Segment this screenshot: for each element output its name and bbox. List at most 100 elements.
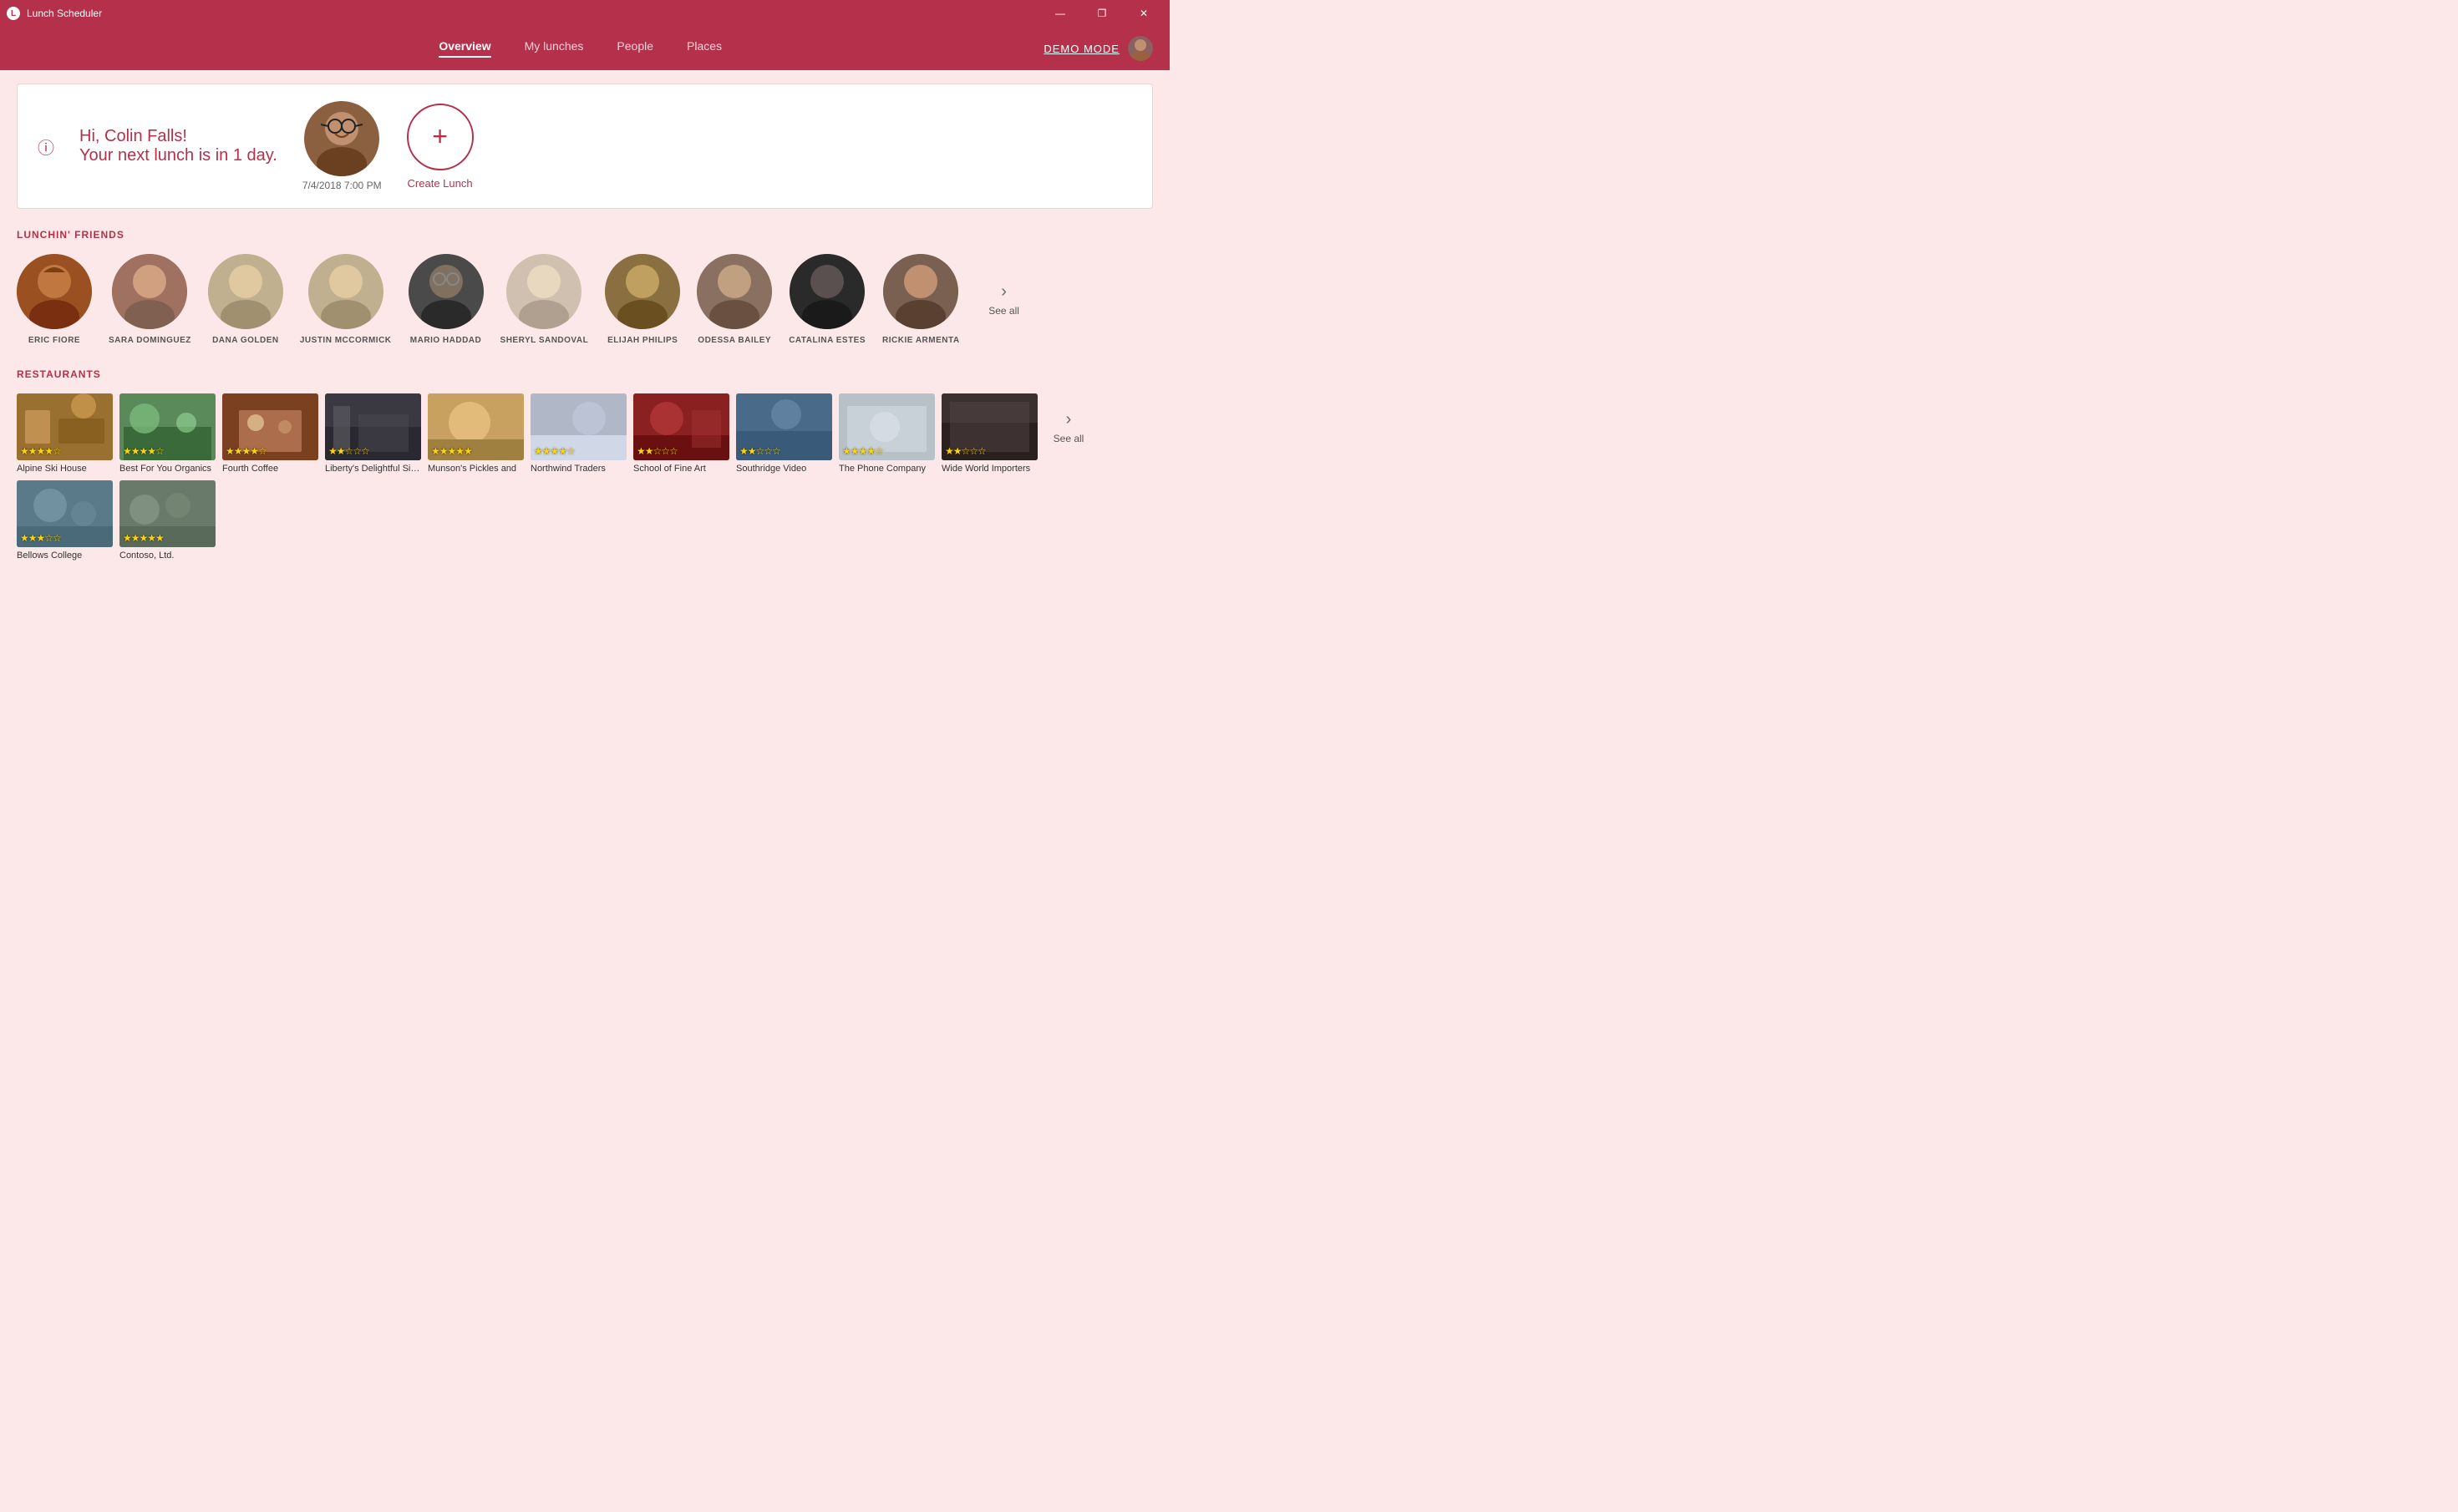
restaurants-section: RESTAURANTS ★★★★☆	[17, 368, 1153, 567]
greeting-card: ⓘ Hi, Colin Falls! Your next lunch is in…	[17, 84, 1153, 209]
tab-my-lunches[interactable]: My lunches	[525, 39, 584, 58]
restaurant-item[interactable]: ★★☆☆☆ Southridge Video	[736, 393, 832, 474]
restaurants-row-1: ★★★★☆ Alpine Ski House ★★★★	[17, 393, 1038, 474]
friend-name: CATALINA ESTES	[789, 336, 866, 345]
next-lunch-time: 7/4/2018 7:00 PM	[302, 180, 382, 191]
friend-name: ELIJAH PHILIPS	[607, 336, 678, 345]
tab-people[interactable]: People	[617, 39, 653, 58]
restaurant-name: Contoso, Ltd.	[119, 551, 216, 561]
restaurants-row-2: ★★★☆☆ Bellows College ★★★★★	[17, 480, 1038, 561]
minimize-button[interactable]: —	[1041, 0, 1079, 27]
create-lunch-circle-icon: +	[407, 104, 474, 170]
navbar: Overview My lunches People Places DEMO M…	[0, 27, 1170, 70]
restaurant-item[interactable]: ★★★★☆ Best For You Organics	[119, 393, 216, 474]
restaurant-image: ★★★★☆	[222, 393, 318, 460]
restaurant-image: ★★☆☆☆	[942, 393, 1038, 460]
friends-see-all-button[interactable]: › See all	[983, 282, 1025, 317]
friends-section: LUNCHIN' FRIENDS ERIC FIORE	[17, 229, 1153, 345]
restaurant-stars: ★★★★★	[431, 445, 472, 457]
restaurant-name: Liberty's Delightful Sinful	[325, 464, 421, 474]
create-lunch-button[interactable]: + Create Lunch	[407, 104, 474, 190]
friend-avatar	[112, 254, 187, 329]
demo-mode-link[interactable]: DEMO MODE	[1044, 43, 1120, 55]
restaurant-name: Southridge Video	[736, 464, 832, 474]
tab-overview[interactable]: Overview	[439, 39, 490, 58]
friend-name: ODESSA BAILEY	[698, 336, 771, 345]
user-avatar-card	[304, 101, 379, 176]
create-lunch-label: Create Lunch	[408, 177, 473, 190]
friend-item[interactable]: ODESSA BAILEY	[697, 254, 772, 345]
restaurant-stars: ★★★★☆	[534, 445, 575, 457]
restaurant-name: The Phone Company	[839, 464, 935, 474]
restaurant-item[interactable]: ★★☆☆☆ Liberty's Delightful Sinful	[325, 393, 421, 474]
restaurant-name: Wide World Importers	[942, 464, 1038, 474]
restaurant-image: ★★★★☆	[17, 393, 113, 460]
chevron-right-icon: ›	[1001, 282, 1007, 302]
friends-see-all-label: See all	[988, 305, 1019, 317]
friends-list: ERIC FIORE SARA DOMINGUEZ	[17, 254, 1153, 345]
nav-right: DEMO MODE	[1044, 36, 1153, 61]
friend-item[interactable]: ERIC FIORE	[17, 254, 92, 345]
restaurant-item[interactable]: ★★★★☆ The Phone Company	[839, 393, 935, 474]
friend-item[interactable]: DANA GOLDEN	[208, 254, 283, 345]
greeting-next-lunch: Your next lunch is in 1 day.	[79, 146, 277, 165]
titlebar-controls: — ❐ ✕	[1041, 0, 1163, 27]
restaurant-name: Bellows College	[17, 551, 113, 561]
app-logo: L	[7, 7, 20, 20]
restaurant-stars: ★★★★☆	[123, 445, 164, 457]
restaurants-see-all-label: See all	[1054, 433, 1084, 444]
restaurant-image: ★★★★☆	[119, 393, 216, 460]
restaurant-item[interactable]: ★★★★★ Munson's Pickles and	[428, 393, 524, 474]
restore-button[interactable]: ❐	[1083, 0, 1121, 27]
friend-avatar	[605, 254, 680, 329]
friend-avatar	[308, 254, 383, 329]
restaurant-item[interactable]: ★★☆☆☆ School of Fine Art	[633, 393, 729, 474]
restaurants-see-all-button[interactable]: › See all	[1048, 410, 1089, 444]
greeting-hi: Hi, Colin Falls!	[79, 127, 277, 146]
friend-item[interactable]: SARA DOMINGUEZ	[109, 254, 191, 345]
friend-name: ERIC FIORE	[28, 336, 80, 345]
friend-name: DANA GOLDEN	[212, 336, 279, 345]
restaurant-image: ★★★★★	[428, 393, 524, 460]
friend-item[interactable]: ELIJAH PHILIPS	[605, 254, 680, 345]
friends-section-title: LUNCHIN' FRIENDS	[17, 229, 1153, 241]
restaurant-stars: ★★☆☆☆	[328, 445, 369, 457]
titlebar: L Lunch Scheduler — ❐ ✕	[0, 0, 1170, 27]
info-icon: ⓘ	[38, 134, 54, 159]
restaurant-name: Northwind Traders	[531, 464, 627, 474]
restaurant-stars: ★★★★☆	[842, 445, 883, 457]
chevron-right-icon: ›	[1066, 410, 1072, 429]
restaurant-name: Alpine Ski House	[17, 464, 113, 474]
friend-avatar	[697, 254, 772, 329]
restaurant-image: ★★☆☆☆	[325, 393, 421, 460]
friend-avatar	[208, 254, 283, 329]
app-title: Lunch Scheduler	[27, 8, 102, 19]
restaurant-image: ★★★★☆	[839, 393, 935, 460]
restaurant-image: ★★★★★	[119, 480, 216, 547]
main-content: ⓘ Hi, Colin Falls! Your next lunch is in…	[0, 70, 1170, 581]
close-button[interactable]: ✕	[1125, 0, 1163, 27]
titlebar-left: L Lunch Scheduler	[7, 7, 102, 20]
friend-item[interactable]: RICKIE ARMENTA	[882, 254, 960, 345]
restaurant-name: Best For You Organics	[119, 464, 216, 474]
restaurant-image: ★★☆☆☆	[633, 393, 729, 460]
tab-places[interactable]: Places	[687, 39, 722, 58]
restaurant-image: ★★★★☆	[531, 393, 627, 460]
restaurant-item[interactable]: ★★★★★ Contoso, Ltd.	[119, 480, 216, 561]
friend-item[interactable]: CATALINA ESTES	[789, 254, 866, 345]
restaurant-item[interactable]: ★★☆☆☆ Wide World Importers	[942, 393, 1038, 474]
greeting-text: Hi, Colin Falls! Your next lunch is in 1…	[79, 127, 277, 165]
friend-item[interactable]: MARIO HADDAD	[409, 254, 484, 345]
friend-item[interactable]: JUSTIN MCCORMICK	[300, 254, 392, 345]
friend-avatar	[790, 254, 865, 329]
restaurant-item[interactable]: ★★★★☆ Fourth Coffee	[222, 393, 318, 474]
restaurant-image: ★★☆☆☆	[736, 393, 832, 460]
friend-name: SHERYL SANDOVAL	[500, 336, 589, 345]
restaurant-item[interactable]: ★★★☆☆ Bellows College	[17, 480, 113, 561]
restaurant-item[interactable]: ★★★★☆ Northwind Traders	[531, 393, 627, 474]
friend-item[interactable]: SHERYL SANDOVAL	[500, 254, 589, 345]
friend-name: RICKIE ARMENTA	[882, 336, 960, 345]
restaurant-name: Fourth Coffee	[222, 464, 318, 474]
restaurant-item[interactable]: ★★★★☆ Alpine Ski House	[17, 393, 113, 474]
friend-avatar	[409, 254, 484, 329]
